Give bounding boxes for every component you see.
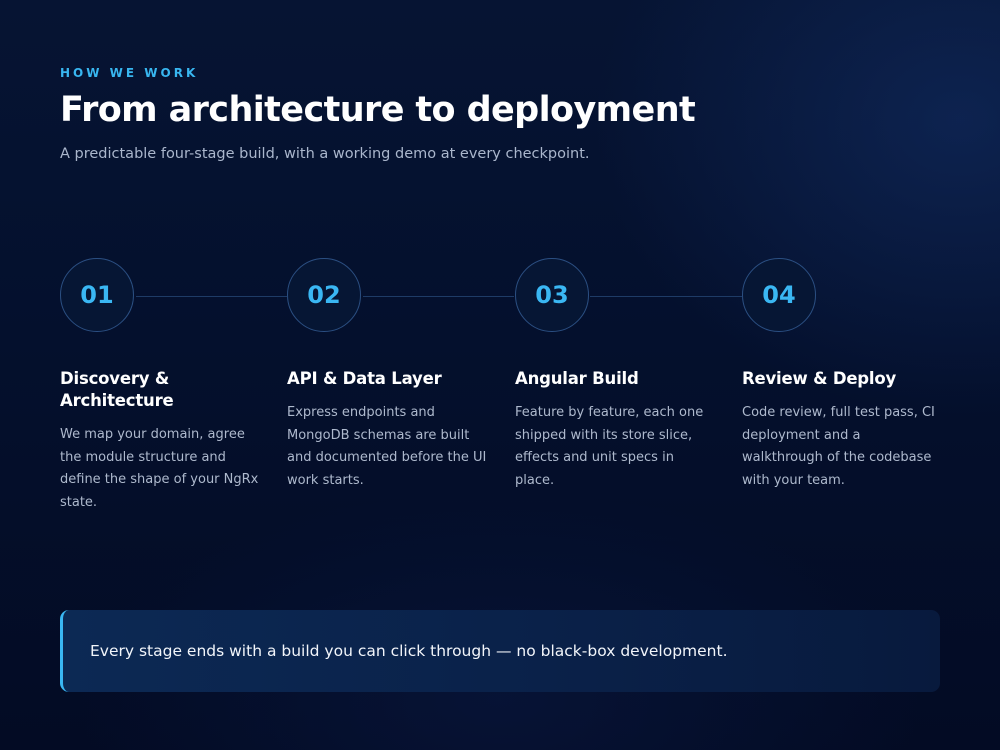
page-title: From architecture to deployment [60,90,696,130]
step-number-circle: 04 [742,258,816,332]
step-discovery: 01 Discovery & Architecture We map your … [60,258,260,515]
step-number-circle: 03 [515,258,589,332]
step-title: Discovery & Architecture [60,369,174,410]
step-number-circle: 02 [287,258,361,332]
step-description: Code review, full test pass, CI deployme… [742,405,935,489]
callout-banner: Every stage ends with a build you can cl… [60,610,940,692]
step-number-circle: 01 [60,258,134,332]
eyebrow-label: HOW WE WORK [60,66,199,80]
step-angular-build: 03 Angular Build Feature by feature, eac… [515,258,715,493]
step-title: Angular Build [515,369,639,388]
step-review-deploy: 04 Review & Deploy Code review, full tes… [742,258,942,493]
step-number: 01 [80,281,114,309]
callout-text: Every stage ends with a build you can cl… [90,642,728,660]
process-steps: 01 Discovery & Architecture We map your … [60,258,940,538]
step-title: Review & Deploy [742,369,897,388]
step-description: Feature by feature, each one shipped wit… [515,405,704,489]
step-number: 02 [307,281,341,309]
step-title: API & Data Layer [287,369,442,388]
step-description: Express endpoints and MongoDB schemas ar… [287,405,487,489]
step-api-data-layer: 02 API & Data Layer Express endpoints an… [287,258,487,493]
page-subtitle: A predictable four-stage build, with a w… [60,146,590,162]
step-number: 03 [535,281,569,309]
step-description: We map your domain, agree the module str… [60,427,259,511]
step-number: 04 [762,281,796,309]
